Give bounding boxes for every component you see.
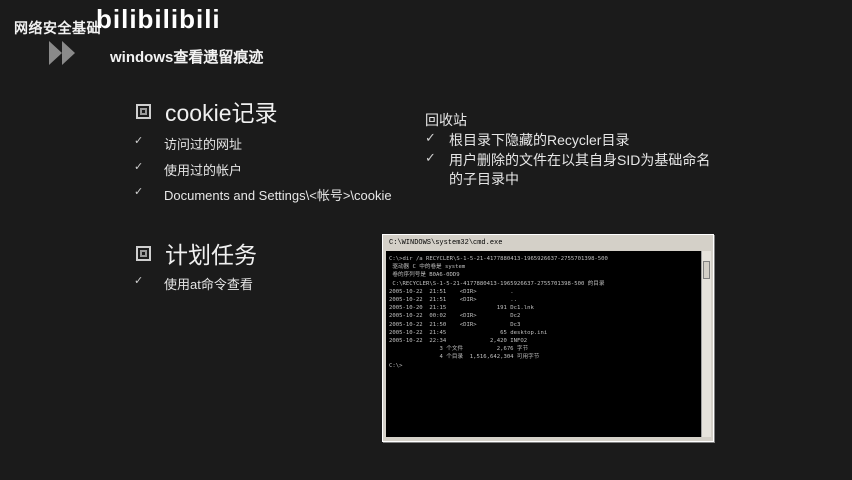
list-item-text: 使用at命令查看 [164, 277, 253, 292]
cmd-line: 驱动器 C 中的卷是 system [389, 264, 466, 271]
list-item-text: 的子目录中 [449, 171, 519, 187]
list-item-continuation: 的子目录中 [449, 169, 519, 189]
section-scheduled-tasks: 计划任务 [136, 236, 257, 270]
cmd-line: 2005-10-22 21:51 <DIR> .. [389, 297, 517, 304]
square-bullet-icon [136, 245, 151, 261]
list-item: ✓ 使用at命令查看 [134, 274, 253, 293]
list-item: ✓ 用户删除的文件在以其自身SID为基础命名 [425, 150, 710, 170]
square-bullet-icon [136, 103, 151, 119]
cmd-line: 2005-10-22 00:02 <DIR> Dc2 [389, 313, 521, 320]
section-cookie: cookie记录 [136, 94, 277, 128]
recycle-bin-title: 回收站 [425, 112, 467, 128]
check-icon: ✓ [134, 135, 144, 147]
section-title: 计划任务 [165, 242, 257, 268]
list-item: ✓ Documents and Settings\<帐号>\cookie [134, 185, 392, 204]
list-item-text: 根目录下隐藏的Recycler目录 [449, 132, 630, 148]
cmd-window[interactable]: C:\WINDOWS\system32\cmd.exe C:\>dir /a R… [382, 234, 714, 442]
list-item-text: 用户删除的文件在以其自身SID为基础命名 [449, 152, 711, 168]
bilibili-logo: bilibilibili [96, 4, 221, 34]
cmd-line: 2005-10-22 21:45 65 desktop.ini [389, 329, 548, 336]
cmd-line: 2005-10-22 21:50 <DIR> Dc3 [389, 321, 521, 328]
list-item-text: Documents and Settings\<帐号>\cookie [164, 188, 392, 203]
cmd-line: C:\> [389, 362, 403, 369]
cmd-line: 2005-10-22 21:51 <DIR> . [389, 288, 514, 295]
cmd-line: 2005-10-22 22:34 2,420 INFO2 [389, 338, 528, 345]
cmd-line: C:\>dir /a RECYCLER\S-1-5-21-4177880413-… [389, 256, 608, 262]
list-item: ✓ 使用过的帐户 [134, 160, 242, 179]
check-icon: ✓ [134, 186, 144, 198]
cmd-line: 4 个目录 1,516,642,304 可用字节 [389, 354, 540, 361]
scrollbar-thumb[interactable] [703, 261, 710, 279]
cmd-scrollbar[interactable] [701, 251, 711, 437]
section-title: cookie记录 [165, 100, 278, 126]
page-subtitle: windows查看遗留痕迹 [110, 49, 264, 66]
course-title: 网络安全基础 [14, 20, 101, 36]
cmd-line: C:\RECYCLER\S-1-5-21-4177880413-19659266… [389, 280, 605, 287]
check-icon: ✓ [134, 275, 144, 287]
check-icon: ✓ [134, 161, 144, 173]
play-icon [49, 41, 75, 65]
list-item-text: 访问过的网址 [164, 137, 243, 152]
list-item: ✓ 根目录下隐藏的Recycler目录 [425, 130, 629, 150]
check-icon: ✓ [425, 130, 436, 145]
check-icon: ✓ [425, 150, 436, 165]
cmd-titlebar[interactable]: C:\WINDOWS\system32\cmd.exe [385, 237, 711, 249]
cmd-line: 卷的序列号是 B0A6-0DD9 [389, 272, 460, 279]
list-item: ✓ 访问过的网址 [134, 134, 242, 153]
cmd-line: 3 个文件 2,676 字节 [389, 346, 529, 353]
cmd-output[interactable]: C:\>dir /a RECYCLER\S-1-5-21-4177880413-… [386, 251, 701, 437]
list-item-text: 使用过的帐户 [164, 163, 243, 178]
cmd-line: 2005-10-20 21:15 191 Dc1.lnk [389, 305, 534, 312]
